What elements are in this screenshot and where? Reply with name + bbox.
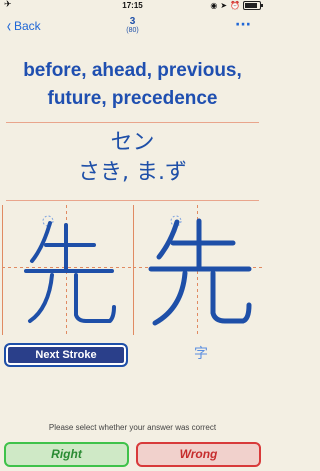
readings: セン さき, ま.ず bbox=[0, 128, 265, 188]
reference-kanji-drawing bbox=[148, 215, 252, 326]
battery-icon bbox=[243, 1, 263, 10]
kanji-strokes-drawing bbox=[24, 215, 116, 323]
next-stroke-button[interactable]: Next Stroke bbox=[4, 343, 128, 367]
status-bar: ✈ 17:15 ◉ ➤ ⏰ bbox=[0, 0, 265, 12]
battery-fill bbox=[245, 3, 257, 8]
status-right: ◉ ➤ ⏰ bbox=[210, 1, 263, 10]
meaning-line-2: future, precedence bbox=[47, 88, 218, 109]
answer-prompt: Please select whether your answer was co… bbox=[48, 423, 217, 432]
stroke-practice-panel[interactable] bbox=[2, 205, 132, 335]
location-icon: ➤ bbox=[220, 1, 228, 10]
nav-bar: ‹ Back 3 (80) ··· bbox=[0, 12, 265, 42]
character-toggle[interactable]: 字 bbox=[186, 343, 216, 363]
more-button[interactable]: ··· bbox=[235, 17, 251, 33]
alarm-icon: ⏰ bbox=[230, 1, 240, 10]
right-button[interactable]: Right bbox=[4, 442, 129, 467]
divider bbox=[6, 200, 259, 201]
card-total: (80) bbox=[126, 27, 139, 34]
reference-kanji-panel bbox=[133, 205, 263, 335]
kunyomi-reading: さき, ま.ず bbox=[78, 160, 187, 185]
kanji-meaning: before, ahead, previous, future, precede… bbox=[0, 57, 265, 113]
lock-rotation-icon: ◉ bbox=[210, 1, 218, 10]
ellipsis-icon: ··· bbox=[235, 17, 251, 33]
wrong-button[interactable]: Wrong bbox=[136, 442, 261, 467]
meaning-line-1: before, ahead, previous, bbox=[23, 60, 242, 81]
divider bbox=[6, 122, 259, 123]
card-counter: 3 (80) bbox=[0, 16, 265, 34]
onyomi-reading: セン bbox=[110, 130, 155, 155]
card-number: 3 bbox=[129, 16, 136, 27]
